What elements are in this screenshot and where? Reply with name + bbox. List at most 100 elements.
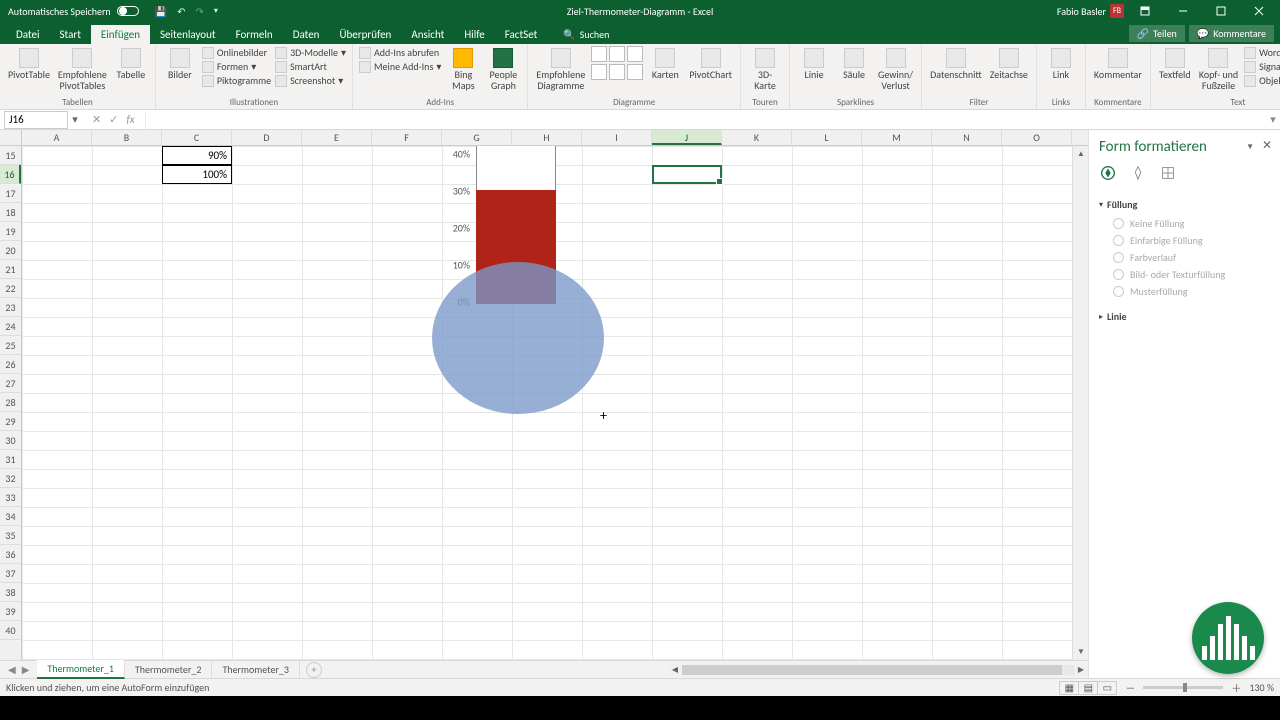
row-header-19[interactable]: 19 xyxy=(0,222,21,241)
formula-input[interactable] xyxy=(145,111,1266,129)
page-layout-view-button[interactable]: ▤ xyxy=(1078,681,1098,695)
col-header-F[interactable]: F xyxy=(372,130,442,145)
bilder-button[interactable]: Bilder xyxy=(162,46,198,82)
wordart-button[interactable]: WordArt ▾ xyxy=(1244,46,1280,59)
ribbon-options-icon[interactable] xyxy=(1128,0,1162,22)
col-header-C[interactable]: C xyxy=(162,130,232,145)
autosave-toggle[interactable]: Automatisches Speichern xyxy=(8,5,139,18)
name-box-dropdown-icon[interactable]: ▾ xyxy=(68,113,82,126)
textfeld-button[interactable]: Textfeld xyxy=(1157,46,1193,82)
fill-option-gradient[interactable]: Farbverlauf xyxy=(1099,249,1270,266)
fill-option-picture[interactable]: Bild- oder Texturfüllung xyxy=(1099,266,1270,283)
row-header-18[interactable]: 18 xyxy=(0,203,21,222)
confirm-icon[interactable]: ✓ xyxy=(109,113,118,126)
comments-button[interactable]: 💬 Kommentare xyxy=(1189,25,1274,42)
tell-me-search[interactable]: 🔍 Suchen xyxy=(563,28,609,44)
sparkline-line-button[interactable]: Linie xyxy=(796,46,832,82)
row-header-39[interactable]: 39 xyxy=(0,602,21,621)
col-header-E[interactable]: E xyxy=(302,130,372,145)
signaturzeile-button[interactable]: Signaturzeile ▾ xyxy=(1244,60,1280,73)
tab-einfuegen[interactable]: Einfügen xyxy=(91,25,150,44)
col-header-J[interactable]: J xyxy=(652,130,722,145)
active-cell-j16[interactable] xyxy=(652,165,722,184)
sheet-tab-3[interactable]: Thermometer_3 xyxy=(212,661,300,678)
sheet-tab-2[interactable]: Thermometer_2 xyxy=(125,661,213,678)
recommended-charts-button[interactable]: Empfohlene Diagramme xyxy=(534,46,587,93)
row-header-32[interactable]: 32 xyxy=(0,469,21,488)
my-addins-button[interactable]: Meine Add-Ins ▾ xyxy=(359,60,441,73)
row-header-17[interactable]: 17 xyxy=(0,184,21,203)
maximize-button[interactable] xyxy=(1204,0,1238,22)
link-button[interactable]: Link xyxy=(1043,46,1079,82)
cell-c15[interactable]: 90% xyxy=(162,146,232,165)
row-header-31[interactable]: 31 xyxy=(0,450,21,469)
get-addins-button[interactable]: Add-Ins abrufen xyxy=(359,46,441,59)
tab-ueberpruefen[interactable]: Überprüfen xyxy=(329,25,401,44)
chart-type-grid[interactable] xyxy=(591,46,643,80)
section-linie[interactable]: ▸Linie xyxy=(1099,306,1270,327)
row-header-28[interactable]: 28 xyxy=(0,393,21,412)
sparkline-column-button[interactable]: Säule xyxy=(836,46,872,82)
zoom-in-button[interactable]: ＋ xyxy=(1231,680,1241,695)
cell-c16[interactable]: 100% xyxy=(162,165,232,184)
row-header-25[interactable]: 25 xyxy=(0,336,21,355)
col-header-H[interactable]: H xyxy=(512,130,582,145)
col-header-B[interactable]: B xyxy=(92,130,162,145)
row-header-38[interactable]: 38 xyxy=(0,583,21,602)
people-graph-button[interactable]: People Graph xyxy=(485,46,521,93)
fill-line-tab-icon[interactable] xyxy=(1099,164,1117,182)
effects-tab-icon[interactable] xyxy=(1129,164,1147,182)
col-header-L[interactable]: L xyxy=(792,130,862,145)
pivotchart-button[interactable]: PivotChart xyxy=(687,46,734,82)
piktogramme-button[interactable]: Piktogramme xyxy=(202,74,271,87)
user-name[interactable]: Fabio Basler xyxy=(1057,5,1106,18)
add-sheet-button[interactable]: + xyxy=(306,662,322,678)
close-button[interactable] xyxy=(1242,0,1276,22)
chart-type-icon[interactable] xyxy=(591,64,607,80)
undo-icon[interactable]: ↶ xyxy=(177,5,185,18)
tab-seitenlayout[interactable]: Seitenlayout xyxy=(150,25,226,44)
share-button[interactable]: 🔗 Teilen xyxy=(1129,25,1185,42)
tab-daten[interactable]: Daten xyxy=(283,25,330,44)
sheet-tab-1[interactable]: Thermometer_1 xyxy=(37,660,125,679)
tab-start[interactable]: Start xyxy=(50,25,91,44)
objekt-button[interactable]: Objekt xyxy=(1244,74,1280,87)
cell-grid[interactable]: 90% 100% 40% 30% 20% 10% 0% + xyxy=(22,146,1072,660)
chart-type-icon[interactable] xyxy=(609,64,625,80)
fill-option-none[interactable]: Keine Füllung xyxy=(1099,215,1270,232)
row-header-40[interactable]: 40 xyxy=(0,621,21,640)
tab-factset[interactable]: FactSet xyxy=(495,25,548,44)
row-header-23[interactable]: 23 xyxy=(0,298,21,317)
row-header-22[interactable]: 22 xyxy=(0,279,21,298)
row-header-26[interactable]: 26 xyxy=(0,355,21,374)
scroll-left-icon[interactable]: ◀ xyxy=(668,665,682,675)
panel-close-button[interactable]: ✕ xyxy=(1262,138,1272,153)
row-header-20[interactable]: 20 xyxy=(0,241,21,260)
3d-karte-button[interactable]: 3D- Karte xyxy=(747,46,783,93)
fx-icon[interactable]: fx xyxy=(126,113,134,126)
fill-option-solid[interactable]: Einfarbige Füllung xyxy=(1099,232,1270,249)
row-header-35[interactable]: 35 xyxy=(0,526,21,545)
col-header-O[interactable]: O xyxy=(1002,130,1072,145)
row-header-30[interactable]: 30 xyxy=(0,431,21,450)
name-box[interactable]: J16 xyxy=(4,111,68,129)
smartart-button[interactable]: SmartArt xyxy=(275,60,346,73)
sheet-nav-next-icon[interactable]: ▶ xyxy=(22,663,30,676)
panel-options-dropdown-icon[interactable]: ▼ xyxy=(1246,142,1254,152)
horizontal-scrollbar[interactable]: ◀ ▶ xyxy=(668,664,1088,676)
zoom-out-button[interactable]: － xyxy=(1125,680,1135,695)
col-header-I[interactable]: I xyxy=(582,130,652,145)
formula-expand-icon[interactable]: ▾ xyxy=(1266,113,1280,126)
zeitachse-button[interactable]: Zeitachse xyxy=(988,46,1030,82)
sheet-nav-prev-icon[interactable]: ◀ xyxy=(8,663,16,676)
col-header-N[interactable]: N xyxy=(932,130,1002,145)
row-header-27[interactable]: 27 xyxy=(0,374,21,393)
row-header-37[interactable]: 37 xyxy=(0,564,21,583)
recommended-pivot-button[interactable]: Empfohlene PivotTables xyxy=(56,46,109,93)
page-break-view-button[interactable]: ▭ xyxy=(1097,681,1117,695)
formen-button[interactable]: Formen ▾ xyxy=(202,60,271,73)
col-header-D[interactable]: D xyxy=(232,130,302,145)
size-properties-tab-icon[interactable] xyxy=(1159,164,1177,182)
tab-datei[interactable]: Datei xyxy=(6,25,50,44)
row-header-36[interactable]: 36 xyxy=(0,545,21,564)
